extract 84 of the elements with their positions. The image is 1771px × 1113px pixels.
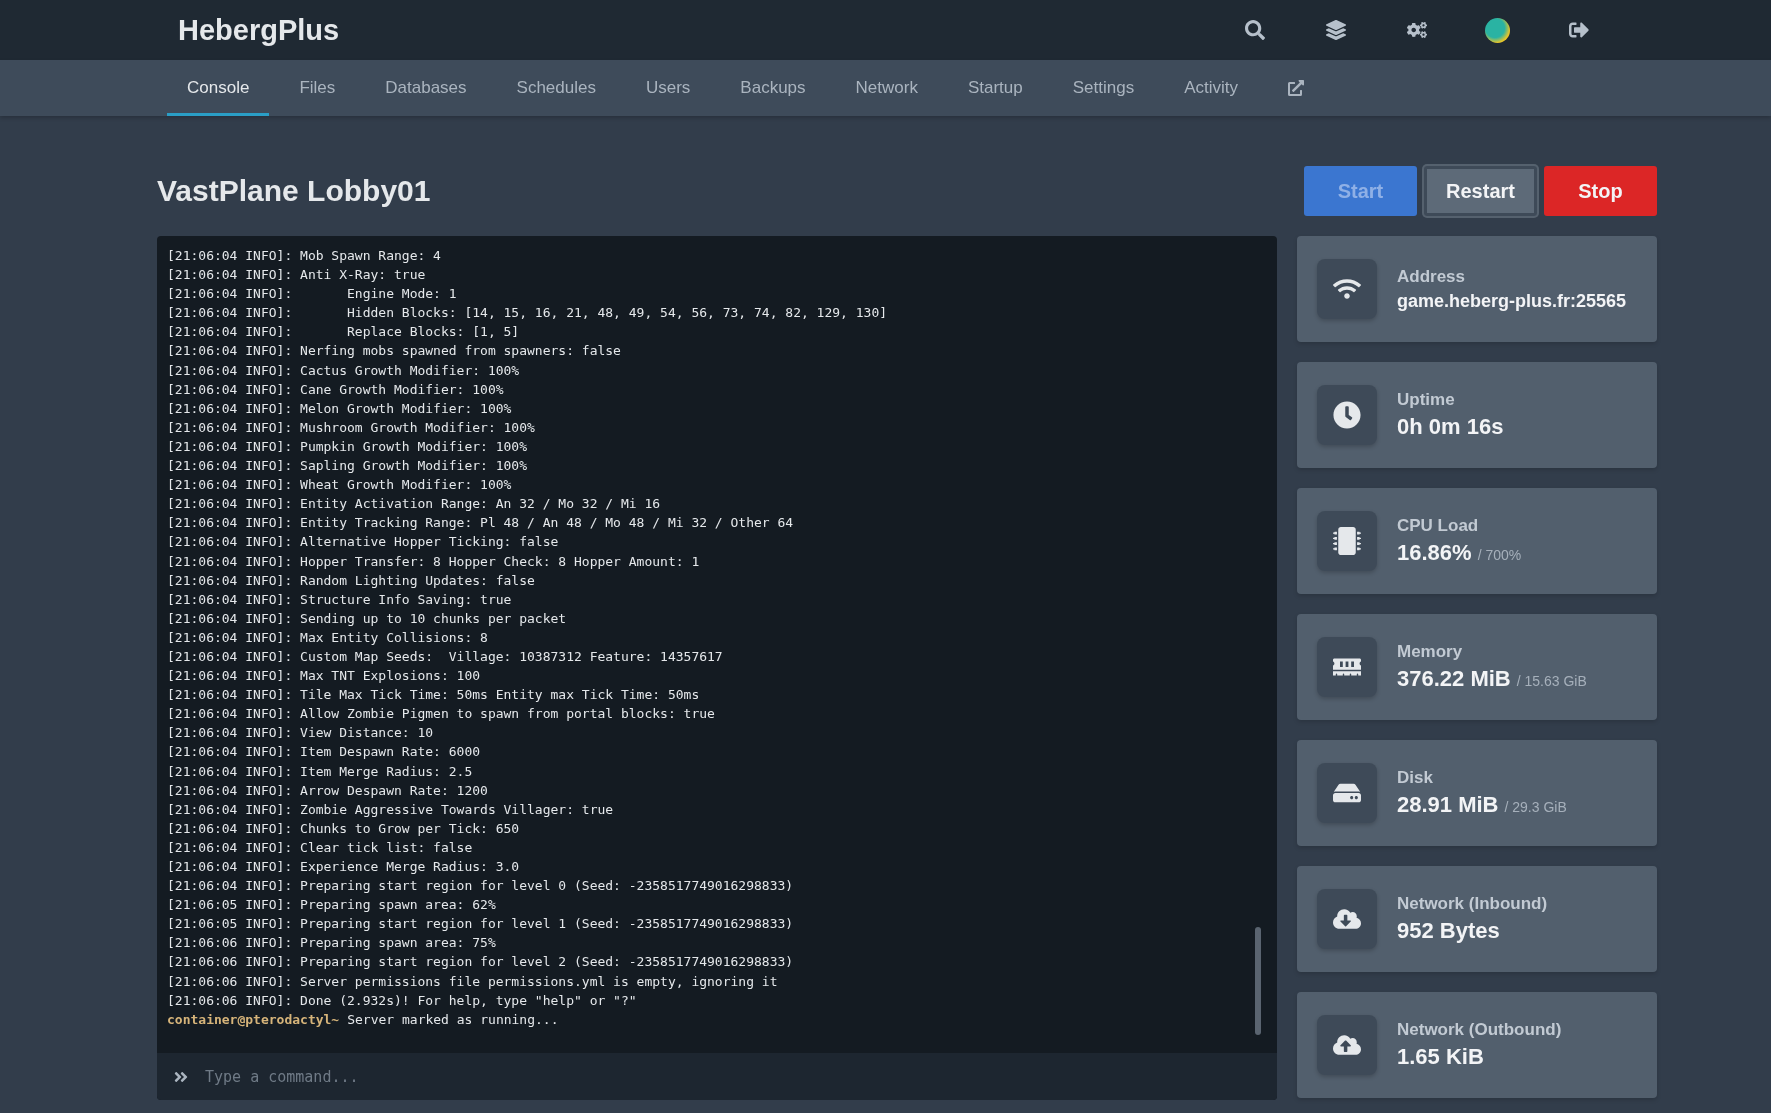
console-line: [21:06:04 INFO]: Arrow Despawn Rate: 1200: [167, 781, 488, 800]
console-line: [21:06:04 INFO]: View Distance: 10: [167, 724, 434, 743]
restart-button[interactable]: Restart: [1424, 166, 1537, 216]
brand-name[interactable]: HebergPlus: [178, 13, 1214, 47]
nav-tab[interactable]: Backups: [720, 60, 826, 116]
console-line: Server marked as running...: [347, 1010, 559, 1029]
command-field[interactable]: Type a command...: [157, 1053, 1277, 1100]
nav-tab[interactable]: Network: [835, 60, 938, 116]
stat-label: Network (Outbound): [1397, 1020, 1562, 1040]
console-line: [21:06:04 INFO]: Experience Merge Radius: 3.0: [167, 858, 520, 876]
stat-value: 16.86%: [1397, 540, 1472, 566]
console-line: [21:06:04 INFO]: Entity Tracking Range: Pl 48 / An 48 / Mo 48 / Mi 32 / Other 64: [167, 514, 794, 533]
console-line: [21:06:04 INFO]: Zombie Aggressive Towards Villager: true: [167, 800, 614, 819]
console-line: [21:06:04 INFO]: Preparing start region for level 0 (Seed: -2358517749016298833): [167, 877, 794, 896]
stat-value: 0h 0m 16s: [1397, 414, 1504, 440]
command-input[interactable]: Type a command...: [203, 1066, 1261, 1087]
console-prompt: container@pterodactyl~: [167, 1010, 340, 1029]
console-line: [21:06:04 INFO]: Allow Zombie Pigmen to spawn from portal blocks: true: [167, 705, 715, 724]
external-link-icon[interactable]: [1288, 80, 1304, 96]
console-line: [21:06:06 INFO]: Server permissions file permissions.yml is empty, ignoring it: [167, 972, 778, 991]
nav-tab[interactable]: Users: [625, 60, 711, 116]
console-line: [21:06:04 INFO]: Structure Info Saving: true: [167, 590, 512, 609]
console-line: [21:06:04 INFO]: Nerfing mobs spawned from spawners: false: [167, 342, 621, 361]
console-line: [21:06:04 INFO]: Hopper Transfer: 8 Hopper Check: 8 Hopper Amount: 1: [167, 552, 700, 571]
search-icon[interactable]: [1244, 20, 1265, 40]
console-line: [21:06:04 INFO]: Hidden Blocks: [14, 15, 16, 21, 48, 49, 54, 56, 73, 74, 82, 129, 130]: [167, 304, 888, 323]
console-line: [21:06:06 INFO]: Preparing start region for level 2 (Seed: -2358517749016298833): [167, 953, 794, 972]
console-line: [21:06:04 INFO]: Cane Growth Modifier: 100%: [167, 380, 504, 399]
console-line: [21:06:04 INFO]: Sending up to 10 chunks per packet: [167, 609, 567, 628]
console-line: [21:06:05 INFO]: Preparing spawn area: 62%: [167, 896, 496, 915]
stat-value: 952 Bytes: [1397, 918, 1500, 944]
console-line: [21:06:06 INFO]: Done (2.932s)! For help, type "help" or "?": [167, 991, 637, 1010]
console-line: [21:06:04 INFO]: Sapling Growth Modifier: 100%: [167, 457, 528, 476]
layers-icon[interactable]: [1325, 20, 1346, 40]
nav-tab[interactable]: Startup: [947, 60, 1043, 116]
avatar[interactable]: [1485, 17, 1510, 43]
console-line: [21:06:04 INFO]: Alternative Hopper Ticking: false: [167, 533, 559, 552]
stop-button[interactable]: Stop: [1544, 166, 1657, 216]
console-line: [21:06:04 INFO]: Custom Map Seeds: Village: 10387312 Feature: 14357617: [167, 647, 723, 666]
nav-tab[interactable]: Activity: [1164, 60, 1258, 116]
console-line: [21:06:04 INFO]: Engine Mode: 1: [167, 285, 457, 304]
clock-icon: [1333, 401, 1361, 429]
console-line: [21:06:04 INFO]: Tile Max Tick Time: 50ms Entity max Tick Time: 50ms: [167, 686, 700, 705]
stat-value: 28.91 MiB: [1397, 792, 1499, 818]
stat-label: Disk: [1397, 768, 1434, 788]
console-line: [21:06:04 INFO]: Chunks to Grow per Tick: 650: [167, 819, 520, 838]
stat-label: Uptime: [1397, 390, 1456, 410]
chip-icon: [1333, 527, 1361, 555]
console-line: [21:06:04 INFO]: Mushroom Growth Modifier: 100%: [167, 418, 535, 437]
console-line: [21:06:04 INFO]: Pumpkin Growth Modifier: 100%: [167, 437, 528, 456]
stat-value: 1.65 KiB: [1397, 1044, 1484, 1070]
nav-tab[interactable]: Settings: [1052, 60, 1155, 116]
stat-value: game.heberg-plus.fr:25565: [1397, 290, 1627, 312]
console-line: [21:06:04 INFO]: Item Merge Radius: 2.5: [167, 762, 473, 781]
settings-icon[interactable]: [1406, 20, 1427, 40]
console-line: [21:06:04 INFO]: Cactus Growth Modifier: 100%: [167, 361, 520, 380]
scrollbar[interactable]: [1255, 927, 1261, 1035]
nav-tab[interactable]: Console: [167, 60, 270, 116]
console-line: [21:06:06 INFO]: Preparing spawn area: 75%: [167, 934, 496, 953]
console-line: [21:06:04 INFO]: Max Entity Collisions: 8: [167, 628, 488, 647]
stat-value: 376.22 MiB: [1397, 666, 1511, 692]
console-line: [21:06:04 INFO]: Anti X-Ray: true: [167, 266, 426, 285]
console-line: [21:06:04 INFO]: Entity Activation Range: An 32 / Mo 32 / Mi 16: [167, 495, 661, 514]
nav-tab[interactable]: Schedules: [496, 60, 616, 116]
stat-label: Memory: [1397, 642, 1464, 662]
console-line: [21:06:04 INFO]: Wheat Growth Modifier: 100%: [167, 476, 512, 495]
console-line: [21:06:04 INFO]: Item Despawn Rate: 6000: [167, 743, 481, 762]
stat-label: Address: [1397, 266, 1467, 287]
console-line: [21:06:04 INFO]: Melon Growth Modifier: 100%: [167, 399, 512, 418]
stat-limit: / 15.63 GiB: [1516, 673, 1587, 689]
console-line: [21:06:05 INFO]: Preparing start region for level 1 (Seed: -2358517749016298833): [167, 915, 794, 934]
logout-icon[interactable]: [1568, 20, 1589, 40]
nav-tab[interactable]: Files: [279, 60, 356, 116]
console-line: [21:06:04 INFO]: Max TNT Explosions: 100: [167, 667, 481, 686]
nav-tab[interactable]: Databases: [365, 60, 487, 116]
console-line: [21:06:04 INFO]: Replace Blocks: [1, 5]: [167, 323, 520, 342]
stat-label: CPU Load: [1397, 516, 1480, 536]
console-line: [21:06:04 INFO]: Mob Spawn Range: 4: [167, 247, 441, 265]
console-line: [21:06:04 INFO]: Clear tick list: false: [167, 838, 473, 857]
console-line: [21:06:04 INFO]: Random Lighting Updates: false: [167, 571, 535, 590]
stat-label: Network (Inbound): [1397, 894, 1548, 914]
stat-limit: / 700%: [1477, 547, 1522, 563]
server-title: VastPlane Lobby01: [157, 174, 432, 208]
stat-limit: / 29.3 GiB: [1504, 799, 1567, 815]
